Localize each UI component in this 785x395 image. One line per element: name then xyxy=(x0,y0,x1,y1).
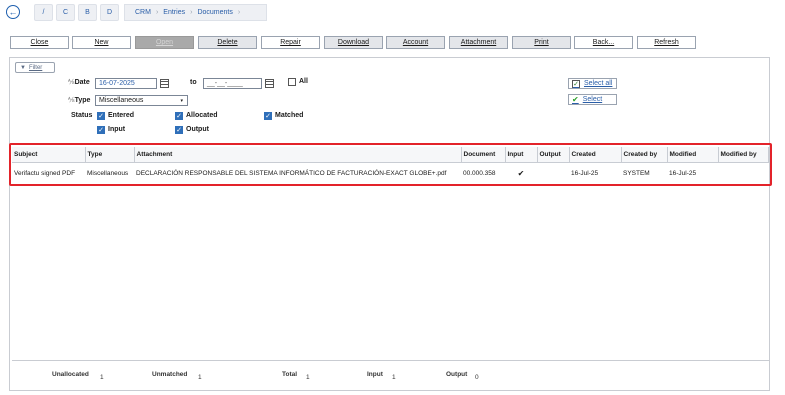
entered-checkbox[interactable]: ✓ xyxy=(97,112,105,120)
attachment-button[interactable]: Attachment xyxy=(449,36,508,49)
date-to-field[interactable]: __-__-____ xyxy=(203,78,262,89)
output-total-value: 0 xyxy=(475,374,479,381)
output-total-label: Output xyxy=(446,371,468,378)
breadcrumb-documents[interactable]: Documents xyxy=(197,9,232,16)
open-button[interactable]: Open xyxy=(135,36,194,49)
footer-divider xyxy=(12,360,769,361)
status-label: Status xyxy=(71,112,93,119)
total-value: 1 xyxy=(306,374,310,381)
check-icon: ✔ xyxy=(572,95,579,104)
back-button[interactable]: Back... xyxy=(574,36,633,49)
close-button[interactable]: Close xyxy=(10,36,69,49)
nav-letter-button[interactable]: D xyxy=(100,4,119,21)
calendar-icon[interactable] xyxy=(160,79,169,88)
unmatched-label: Unmatched xyxy=(152,371,188,378)
home-icon[interactable]: ← xyxy=(6,5,20,19)
breadcrumb: CRM › Entries › Documents › xyxy=(124,4,267,21)
documents-panel xyxy=(9,57,770,391)
delete-button[interactable]: Delete xyxy=(198,36,257,49)
type-label: ⅍Type xyxy=(68,97,91,104)
refresh-button[interactable]: Refresh xyxy=(637,36,696,49)
select-all-button[interactable]: ✓ Select all xyxy=(568,78,617,89)
matched-label: Matched xyxy=(275,112,304,119)
date-label: ⅍Date xyxy=(68,79,90,86)
all-checkbox[interactable] xyxy=(288,78,296,86)
allocated-label: Allocated xyxy=(186,112,218,119)
matched-checkbox[interactable]: ✓ xyxy=(264,112,272,120)
all-label: All xyxy=(299,78,308,85)
new-button[interactable]: New xyxy=(72,36,131,49)
download-button[interactable]: Download xyxy=(324,36,383,49)
input-total-label: Input xyxy=(367,371,383,378)
breadcrumb-crm[interactable]: CRM xyxy=(135,9,151,16)
unallocated-label: Unallocated xyxy=(52,371,89,378)
checkbox-icon: ✓ xyxy=(572,79,580,88)
nav-letter-button[interactable]: / xyxy=(34,4,53,21)
output-checkbox[interactable]: ✓ xyxy=(175,126,183,134)
row-highlight-box xyxy=(9,143,772,186)
to-label: to xyxy=(190,79,197,86)
total-label: Total xyxy=(282,371,298,378)
unallocated-value: 1 xyxy=(100,374,104,381)
allocated-checkbox[interactable]: ✓ xyxy=(175,112,183,120)
output-label: Output xyxy=(186,126,209,133)
type-select[interactable]: Miscellaneous ▾ xyxy=(95,95,188,106)
repair-button[interactable]: Repair xyxy=(261,36,320,49)
nav-letter-button[interactable]: C xyxy=(56,4,75,21)
date-from-field[interactable]: 16-07-2025 xyxy=(95,78,157,89)
filter-icon: ▼ xyxy=(20,64,26,71)
chevron-right-icon: › xyxy=(190,9,193,16)
select-button[interactable]: ✔ Select xyxy=(568,94,617,105)
calendar-icon[interactable] xyxy=(265,79,274,88)
nav-letter-button[interactable]: B xyxy=(78,4,97,21)
input-total-value: 1 xyxy=(392,374,396,381)
print-button[interactable]: Print xyxy=(512,36,571,49)
unmatched-value: 1 xyxy=(198,374,202,381)
chevron-right-icon: › xyxy=(155,9,159,16)
breadcrumb-entries[interactable]: Entries xyxy=(163,9,185,16)
chevron-right-icon: › xyxy=(237,9,241,16)
entered-label: Entered xyxy=(108,112,135,119)
account-button[interactable]: Account xyxy=(386,36,445,49)
input-label: Input xyxy=(108,126,126,133)
chevron-down-icon: ▾ xyxy=(180,97,183,104)
input-checkbox[interactable]: ✓ xyxy=(97,126,105,134)
filter-button[interactable]: ▼ Filter xyxy=(15,62,55,73)
